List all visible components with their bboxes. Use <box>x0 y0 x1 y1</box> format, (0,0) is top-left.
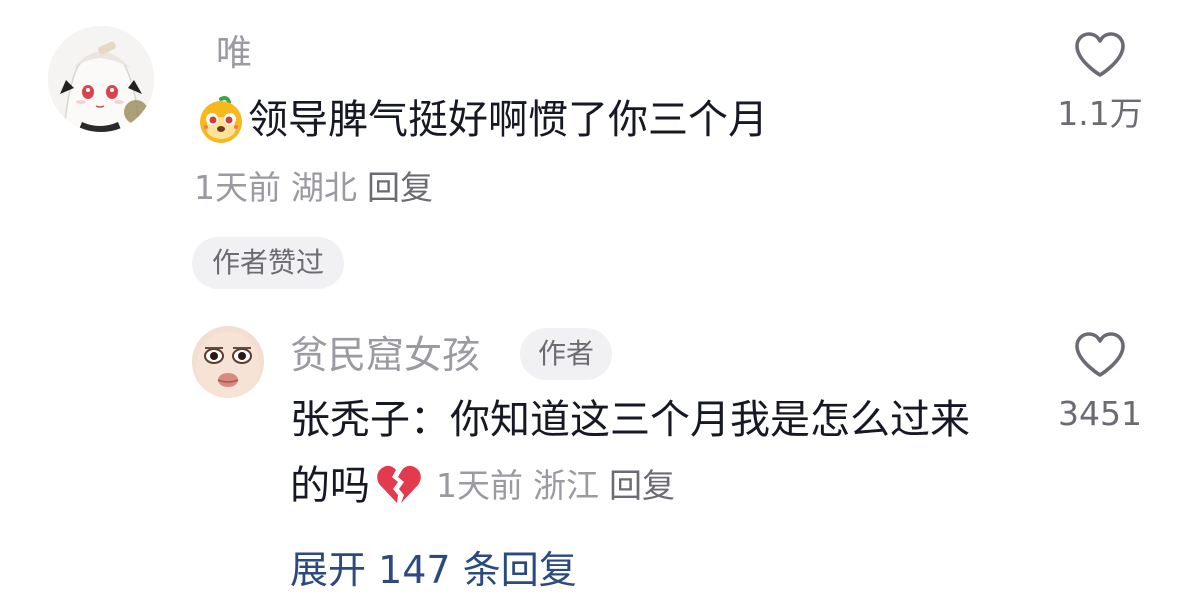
broken-heart-icon <box>376 463 422 509</box>
reply-text-line2: 的吗 1天前 浙江 回复 <box>290 458 675 514</box>
comment-meta: 1天前 湖北 回复 <box>194 166 433 210</box>
like-count: 1.1万 <box>1057 94 1143 133</box>
reply-like-count: 3451 <box>1058 394 1142 433</box>
comment-text: 领导脾气挺好啊惯了你三个月 <box>196 92 768 148</box>
dog-face-emoji-icon <box>196 95 246 145</box>
reply-button[interactable]: 回复 <box>609 466 675 505</box>
like-button[interactable]: 1.1万 <box>1040 30 1160 136</box>
comment-time: 1天前 <box>194 168 281 207</box>
reply-avatar[interactable] <box>192 326 264 398</box>
reply-meta: 1天前 浙江 回复 <box>436 464 675 508</box>
reply-time: 1天前 <box>436 466 523 505</box>
comment-location: 湖北 <box>291 168 357 207</box>
reply-text-continuation: 的吗 <box>290 463 370 509</box>
reply-button[interactable]: 回复 <box>367 168 433 207</box>
reply-like-button[interactable]: 3451 <box>1040 330 1160 436</box>
heart-outline-icon <box>1075 332 1125 377</box>
avatar[interactable] <box>48 26 154 132</box>
reply-username[interactable]: 贫民窟女孩 <box>290 330 480 380</box>
reply-location: 浙江 <box>533 466 599 505</box>
expand-replies-link[interactable]: 展开 147 条回复 <box>290 544 577 596</box>
comment-body: 领导脾气挺好啊惯了你三个月 <box>248 97 768 143</box>
comment-username[interactable]: 唯 <box>216 30 252 78</box>
author-liked-badge: 作者赞过 <box>192 237 345 289</box>
heart-outline-icon <box>1075 32 1125 77</box>
author-tag-badge: 作者 <box>520 328 613 380</box>
reply-text-line1: 张秃子：你知道这三个月我是怎么过来 <box>290 397 970 443</box>
